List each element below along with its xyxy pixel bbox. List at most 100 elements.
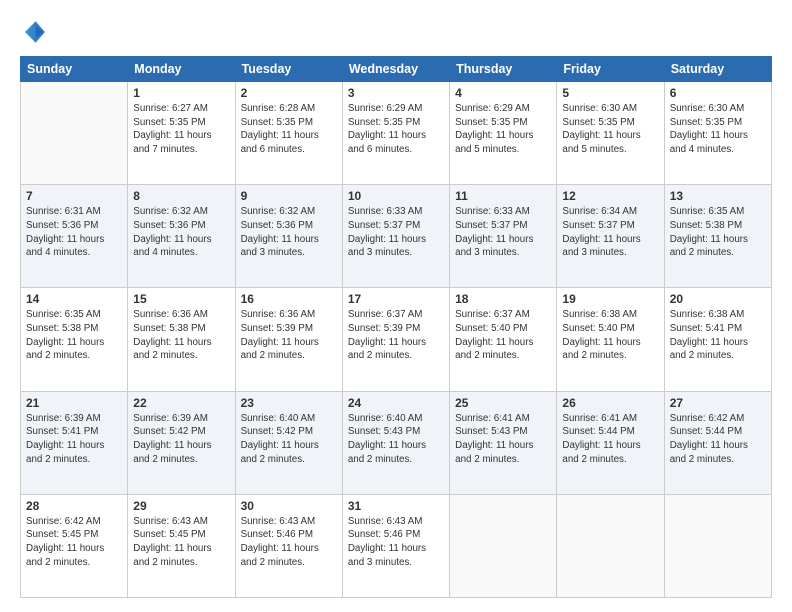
weekday-header: Sunday [21, 57, 128, 82]
day-info: Sunrise: 6:30 AMSunset: 5:35 PMDaylight:… [562, 102, 658, 157]
day-number: 13 [670, 189, 766, 203]
day-number: 12 [562, 189, 658, 203]
day-info: Sunrise: 6:39 AMSunset: 5:41 PMDaylight:… [26, 412, 122, 467]
day-number: 15 [133, 292, 229, 306]
day-info: Sunrise: 6:42 AMSunset: 5:44 PMDaylight:… [670, 412, 766, 467]
calendar-page: SundayMondayTuesdayWednesdayThursdayFrid… [0, 0, 792, 612]
calendar-cell [21, 82, 128, 185]
calendar-cell: 5 Sunrise: 6:30 AMSunset: 5:35 PMDaylight… [557, 82, 664, 185]
day-number: 21 [26, 396, 122, 410]
day-info: Sunrise: 6:43 AMSunset: 5:45 PMDaylight:… [133, 515, 229, 570]
calendar-cell: 16 Sunrise: 6:36 AMSunset: 5:39 PMDayligh… [235, 288, 342, 391]
weekday-header: Wednesday [342, 57, 449, 82]
calendar-cell: 4Sunrise: 6:29 AMSunset: 5:35 PMDaylight… [450, 82, 557, 185]
calendar-cell: 26 Sunrise: 6:41 AMSunset: 5:44 PMDayligh… [557, 391, 664, 494]
day-info: Sunrise: 6:27 AMSunset: 5:35 PMDaylight:… [133, 102, 229, 157]
day-info: Sunrise: 6:34 AMSunset: 5:37 PMDaylight:… [562, 205, 658, 260]
calendar-cell: 30Sunrise: 6:43 AMSunset: 5:46 PMDayligh… [235, 494, 342, 597]
calendar-cell: 9 Sunrise: 6:32 AMSunset: 5:36 PMDaylight… [235, 185, 342, 288]
day-info: Sunrise: 6:37 AMSunset: 5:39 PMDaylight:… [348, 308, 444, 363]
calendar-cell: 14Sunrise: 6:35 AMSunset: 5:38 PMDayligh… [21, 288, 128, 391]
calendar-cell: 31Sunrise: 6:43 AMSunset: 5:46 PMDayligh… [342, 494, 449, 597]
calendar-cell: 28 Sunrise: 6:42 AMSunset: 5:45 PMDayligh… [21, 494, 128, 597]
day-info: Sunrise: 6:43 AMSunset: 5:46 PMDaylight:… [241, 515, 337, 570]
day-info: Sunrise: 6:38 AMSunset: 5:41 PMDaylight:… [670, 308, 766, 363]
day-number: 28 [26, 499, 122, 513]
day-number: 9 [241, 189, 337, 203]
calendar-cell: 11Sunrise: 6:33 AMSunset: 5:37 PMDayligh… [450, 185, 557, 288]
day-info: Sunrise: 6:40 AMSunset: 5:42 PMDaylight:… [241, 412, 337, 467]
calendar-cell [664, 494, 771, 597]
calendar-cell: 17 Sunrise: 6:37 AMSunset: 5:39 PMDayligh… [342, 288, 449, 391]
calendar-cell: 18 Sunrise: 6:37 AMSunset: 5:40 PMDayligh… [450, 288, 557, 391]
calendar-cell: 7 Sunrise: 6:31 AMSunset: 5:36 PMDaylight… [21, 185, 128, 288]
calendar-cell: 10 Sunrise: 6:33 AMSunset: 5:37 PMDayligh… [342, 185, 449, 288]
calendar-cell: 13 Sunrise: 6:35 AMSunset: 5:38 PMDayligh… [664, 185, 771, 288]
day-info: Sunrise: 6:35 AMSunset: 5:38 PMDaylight:… [26, 308, 122, 363]
day-number: 18 [455, 292, 551, 306]
day-number: 17 [348, 292, 444, 306]
day-info: Sunrise: 6:29 AMSunset: 5:35 PMDaylight:… [348, 102, 444, 157]
calendar-week-row: 7 Sunrise: 6:31 AMSunset: 5:36 PMDaylight… [21, 185, 772, 288]
weekday-header: Saturday [664, 57, 771, 82]
calendar-week-row: 28 Sunrise: 6:42 AMSunset: 5:45 PMDayligh… [21, 494, 772, 597]
day-info: Sunrise: 6:32 AMSunset: 5:36 PMDaylight:… [241, 205, 337, 260]
day-info: Sunrise: 6:39 AMSunset: 5:42 PMDaylight:… [133, 412, 229, 467]
day-info: Sunrise: 6:33 AMSunset: 5:37 PMDaylight:… [348, 205, 444, 260]
day-info: Sunrise: 6:32 AMSunset: 5:36 PMDaylight:… [133, 205, 229, 260]
day-info: Sunrise: 6:31 AMSunset: 5:36 PMDaylight:… [26, 205, 122, 260]
day-info: Sunrise: 6:38 AMSunset: 5:40 PMDaylight:… [562, 308, 658, 363]
day-number: 16 [241, 292, 337, 306]
day-number: 22 [133, 396, 229, 410]
calendar-week-row: 21 Sunrise: 6:39 AMSunset: 5:41 PMDayligh… [21, 391, 772, 494]
calendar-cell [557, 494, 664, 597]
weekday-header: Friday [557, 57, 664, 82]
day-number: 1 [133, 86, 229, 100]
calendar-cell: 15 Sunrise: 6:36 AMSunset: 5:38 PMDayligh… [128, 288, 235, 391]
day-info: Sunrise: 6:42 AMSunset: 5:45 PMDaylight:… [26, 515, 122, 570]
day-info: Sunrise: 6:35 AMSunset: 5:38 PMDaylight:… [670, 205, 766, 260]
day-number: 24 [348, 396, 444, 410]
logo [20, 18, 52, 46]
calendar-cell: 23 Sunrise: 6:40 AMSunset: 5:42 PMDayligh… [235, 391, 342, 494]
calendar-cell: 21 Sunrise: 6:39 AMSunset: 5:41 PMDayligh… [21, 391, 128, 494]
day-number: 10 [348, 189, 444, 203]
day-number: 3 [348, 86, 444, 100]
day-number: 31 [348, 499, 444, 513]
calendar-table: SundayMondayTuesdayWednesdayThursdayFrid… [20, 56, 772, 598]
day-number: 27 [670, 396, 766, 410]
calendar-cell: 6 Sunrise: 6:30 AMSunset: 5:35 PMDaylight… [664, 82, 771, 185]
day-info: Sunrise: 6:29 AMSunset: 5:35 PMDaylight:… [455, 102, 551, 157]
day-info: Sunrise: 6:36 AMSunset: 5:39 PMDaylight:… [241, 308, 337, 363]
day-info: Sunrise: 6:41 AMSunset: 5:44 PMDaylight:… [562, 412, 658, 467]
calendar-cell: 22 Sunrise: 6:39 AMSunset: 5:42 PMDayligh… [128, 391, 235, 494]
day-number: 7 [26, 189, 122, 203]
weekday-header: Thursday [450, 57, 557, 82]
page-header [20, 18, 772, 46]
day-info: Sunrise: 6:40 AMSunset: 5:43 PMDaylight:… [348, 412, 444, 467]
day-number: 23 [241, 396, 337, 410]
day-number: 29 [133, 499, 229, 513]
calendar-header-row: SundayMondayTuesdayWednesdayThursdayFrid… [21, 57, 772, 82]
calendar-cell: 20Sunrise: 6:38 AMSunset: 5:41 PMDayligh… [664, 288, 771, 391]
day-number: 5 [562, 86, 658, 100]
calendar-cell: 2Sunrise: 6:28 AMSunset: 5:35 PMDaylight… [235, 82, 342, 185]
calendar-cell: 1 Sunrise: 6:27 AMSunset: 5:35 PMDaylight… [128, 82, 235, 185]
calendar-cell: 3 Sunrise: 6:29 AMSunset: 5:35 PMDaylight… [342, 82, 449, 185]
day-number: 6 [670, 86, 766, 100]
day-info: Sunrise: 6:36 AMSunset: 5:38 PMDaylight:… [133, 308, 229, 363]
weekday-header: Monday [128, 57, 235, 82]
day-number: 8 [133, 189, 229, 203]
calendar-week-row: 1 Sunrise: 6:27 AMSunset: 5:35 PMDaylight… [21, 82, 772, 185]
calendar-cell: 19 Sunrise: 6:38 AMSunset: 5:40 PMDayligh… [557, 288, 664, 391]
day-number: 26 [562, 396, 658, 410]
day-info: Sunrise: 6:30 AMSunset: 5:35 PMDaylight:… [670, 102, 766, 157]
day-number: 19 [562, 292, 658, 306]
day-info: Sunrise: 6:37 AMSunset: 5:40 PMDaylight:… [455, 308, 551, 363]
calendar-cell [450, 494, 557, 597]
weekday-header: Tuesday [235, 57, 342, 82]
calendar-cell: 24 Sunrise: 6:40 AMSunset: 5:43 PMDayligh… [342, 391, 449, 494]
calendar-week-row: 14Sunrise: 6:35 AMSunset: 5:38 PMDayligh… [21, 288, 772, 391]
day-info: Sunrise: 6:28 AMSunset: 5:35 PMDaylight:… [241, 102, 337, 157]
logo-icon [20, 18, 48, 46]
